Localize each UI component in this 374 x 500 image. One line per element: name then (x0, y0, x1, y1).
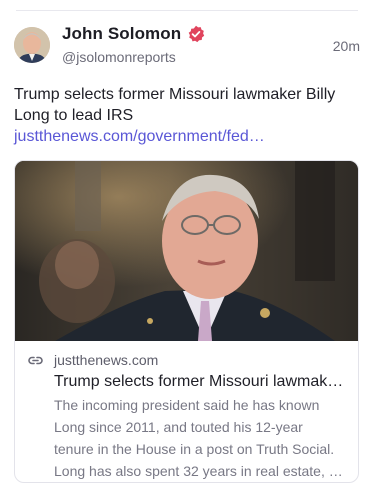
link-domain-row: justthenews.com (27, 351, 346, 369)
link-preview-body: justthenews.com Trump selects former Mis… (15, 341, 358, 482)
post-link[interactable]: justthenews.com/government/fed… (14, 128, 265, 145)
post-text: Trump selects former Missouri lawmaker B… (14, 86, 336, 124)
post-body: Trump selects former Missouri lawmaker B… (14, 84, 362, 147)
author-handle[interactable]: @jsolomonreports (62, 49, 176, 65)
link-domain: justthenews.com (54, 352, 159, 368)
link-preview-card[interactable]: justthenews.com Trump selects former Mis… (14, 160, 359, 483)
link-description-line: tenure in the House in a post on Truth S… (54, 441, 335, 457)
link-description-line: Long has also spent 32 years in real est… (54, 463, 343, 479)
link-icon (27, 352, 44, 369)
verified-badge-icon (187, 25, 205, 43)
author-name[interactable]: John Solomon (62, 24, 181, 44)
link-title[interactable]: Trump selects former Missouri lawmaker B… (54, 371, 346, 392)
post-timestamp: 20m (332, 38, 360, 54)
post-header: John Solomon @jsolomonreports 20m (14, 22, 360, 74)
link-description-line: Long since 2011, and touted his 12-year (54, 419, 303, 435)
top-divider (16, 10, 358, 11)
author-name-row: John Solomon (62, 24, 205, 44)
avatar[interactable] (14, 27, 50, 63)
link-preview-image (15, 161, 358, 341)
link-description-line: The incoming president said he has known (54, 397, 320, 413)
link-description: The incoming president said he has known… (54, 394, 350, 482)
